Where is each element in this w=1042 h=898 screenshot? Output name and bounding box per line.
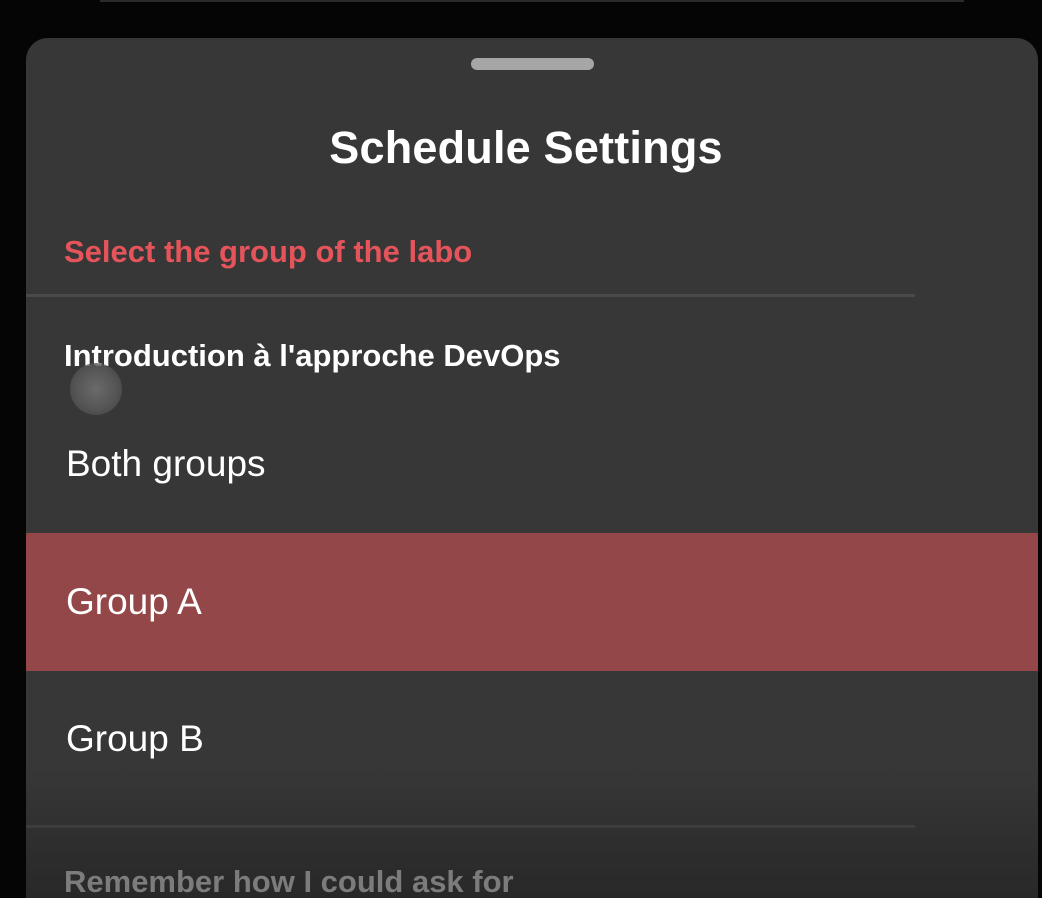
option-group-b[interactable]: Group B (26, 670, 1038, 808)
option-group-a[interactable]: Group A (26, 533, 1038, 671)
section-heading: Select the group of the labo (64, 234, 473, 269)
option-label: Both groups (66, 443, 266, 484)
course-title: Introduction à l'approche DevOps (64, 338, 561, 373)
option-label: Group B (66, 718, 204, 759)
option-label: Group A (66, 581, 202, 622)
schedule-settings-sheet: Schedule Settings Select the group of th… (26, 38, 1038, 898)
top-divider (100, 0, 964, 2)
option-both-groups[interactable]: Both groups (26, 395, 1038, 533)
divider (26, 825, 915, 828)
next-section-heading: Remember how I could ask for (64, 864, 514, 898)
drag-handle[interactable] (471, 58, 594, 70)
divider (26, 294, 915, 297)
sheet-title: Schedule Settings (329, 122, 723, 173)
